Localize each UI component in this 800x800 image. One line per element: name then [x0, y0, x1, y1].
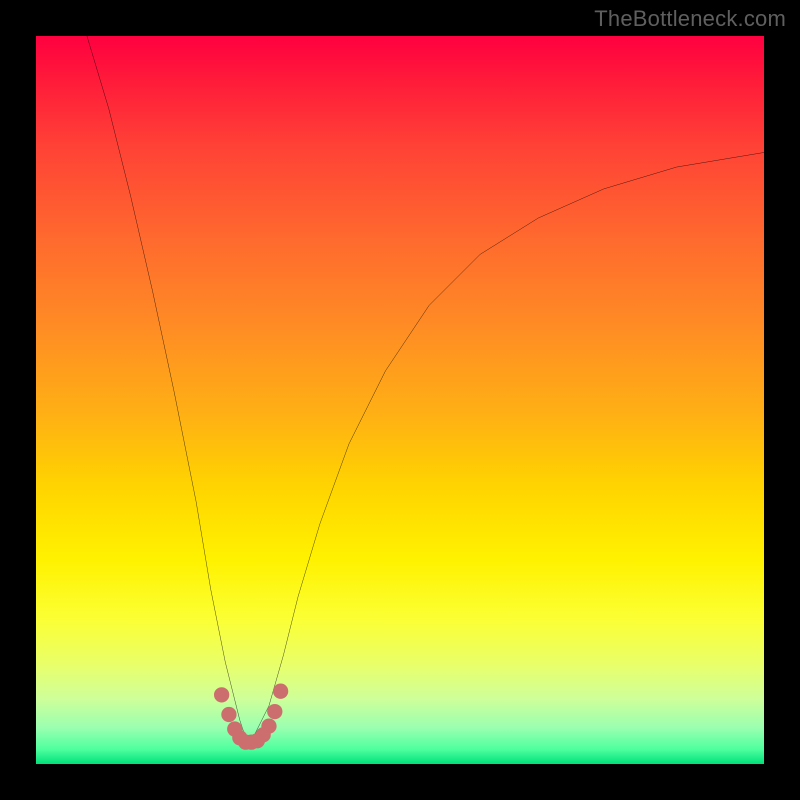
optimum-marker-dots — [214, 684, 288, 750]
bottleneck-curve — [87, 36, 764, 742]
chart-frame: TheBottleneck.com — [0, 0, 800, 800]
optimum-marker-dot — [261, 719, 276, 734]
optimum-marker-dot — [214, 687, 229, 702]
optimum-marker-dot — [273, 684, 288, 699]
plot-area — [36, 36, 764, 764]
watermark-text: TheBottleneck.com — [594, 6, 786, 32]
optimum-marker-dot — [267, 704, 282, 719]
optimum-marker-dot — [221, 707, 236, 722]
chart-svg — [36, 36, 764, 764]
